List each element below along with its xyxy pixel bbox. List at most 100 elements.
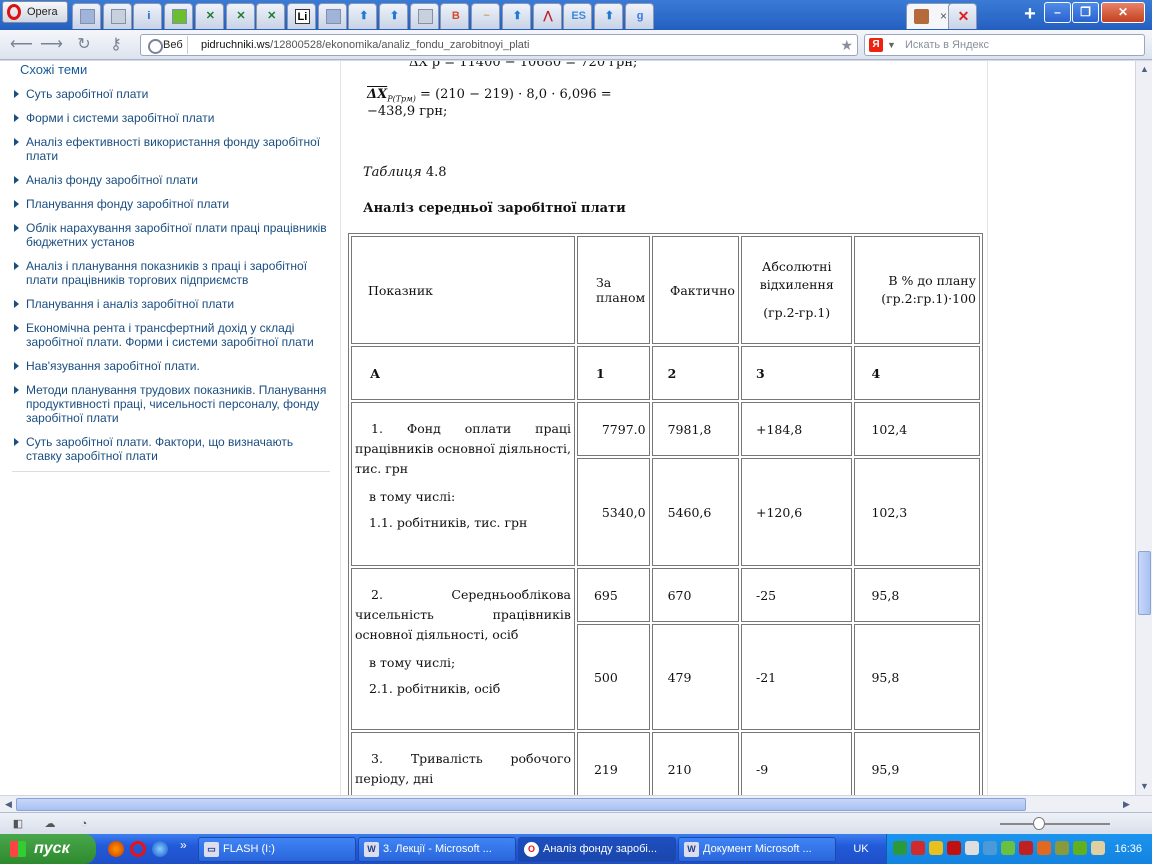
tray-flame-icon[interactable] bbox=[1037, 841, 1051, 855]
sidebar-link[interactable]: Аналіз фонду заробітної плати bbox=[12, 173, 332, 187]
tab-chart[interactable]: ~ bbox=[471, 3, 501, 29]
horizontal-scroll-thumb[interactable] bbox=[16, 798, 1026, 811]
table-row: 2. Середньооблікова чисельність працівни… bbox=[351, 568, 980, 730]
tab-arrow-up[interactable]: ⬆ bbox=[593, 3, 623, 29]
cell-plan: 219 bbox=[576, 732, 650, 795]
horizontal-scrollbar[interactable]: ◀ ▶ bbox=[0, 795, 1152, 812]
opera-logo-icon bbox=[7, 4, 21, 20]
tab-google[interactable]: g bbox=[624, 3, 654, 29]
tray-app-icon[interactable] bbox=[893, 841, 907, 855]
zoom-slider-knob[interactable] bbox=[1033, 817, 1045, 830]
tray-monitor-icon[interactable] bbox=[983, 841, 997, 855]
tray-nvidia-icon[interactable] bbox=[1073, 841, 1087, 855]
speed-dial-icon[interactable]: ◔ bbox=[76, 817, 92, 831]
header-deviation: Абсолютні відхилення bbox=[759, 259, 834, 292]
cloud-icon[interactable]: ☁ bbox=[42, 817, 58, 831]
sidebar-link[interactable]: Методи планування трудових показників. П… bbox=[12, 383, 332, 425]
sidebar-link[interactable]: Облік нарахування заробітної плати праці… bbox=[12, 221, 332, 249]
tray-tool-icon[interactable] bbox=[1055, 841, 1069, 855]
arrow-up-icon: ⬆ bbox=[512, 10, 522, 22]
row-label-sub: 1.1. робітників, тис. грн bbox=[369, 515, 528, 530]
panel-toggle-icon[interactable]: ◧ bbox=[10, 817, 26, 831]
start-button[interactable]: пуск bbox=[0, 834, 96, 864]
task-button[interactable]: ▭ FLASH (I:) bbox=[198, 837, 356, 862]
tab-apple[interactable] bbox=[164, 3, 194, 29]
minimize-button[interactable]: – bbox=[1044, 2, 1071, 23]
tray-network-icon[interactable] bbox=[965, 841, 979, 855]
close-window-button[interactable]: ✕ bbox=[1101, 2, 1145, 23]
maximize-button[interactable]: ❐ bbox=[1072, 2, 1099, 23]
task-button[interactable]: W Документ Microsoft ... bbox=[678, 837, 836, 862]
li-icon: Li bbox=[294, 9, 310, 24]
tab-close-icon[interactable]: × bbox=[940, 9, 947, 23]
tab-doc[interactable] bbox=[102, 3, 132, 29]
scroll-down-icon[interactable]: ▼ bbox=[1138, 780, 1151, 793]
navigation-bar: ⟵ ⟶ ↻ ⚷ Веб pidruchniki.ws/12800528/ekon… bbox=[0, 30, 1152, 60]
back-icon[interactable]: ⟵ bbox=[10, 35, 33, 55]
cell-deviation: -9 bbox=[740, 732, 853, 795]
index-row: А 1 2 3 4 bbox=[351, 346, 980, 400]
search-dropdown-icon[interactable]: ▼ bbox=[887, 35, 896, 55]
tray-antivirus-icon[interactable] bbox=[911, 841, 925, 855]
tray-red-icon[interactable] bbox=[1019, 841, 1033, 855]
sidebar-link[interactable]: Економічна рента і трансфертний дохід у … bbox=[12, 321, 332, 349]
tab-excel[interactable]: ✕ bbox=[256, 3, 286, 29]
tab-info[interactable]: i bbox=[133, 3, 163, 29]
tab-page[interactable] bbox=[317, 3, 347, 29]
tab-excel[interactable]: ✕ bbox=[225, 3, 255, 29]
sidebar-link[interactable]: Планування і аналіз заробітної плати bbox=[12, 297, 332, 311]
tray-acrobat-icon[interactable] bbox=[947, 841, 961, 855]
tab-excel[interactable]: ✕ bbox=[194, 3, 224, 29]
new-tab-button[interactable]: + bbox=[1018, 4, 1042, 25]
excel-icon: ✕ bbox=[267, 10, 277, 22]
quicklaunch-more-icon[interactable]: » bbox=[180, 838, 187, 852]
formula-2: ΔXP(Tрм) = (210 − 219) · 8,0 · 6,096 = −… bbox=[367, 87, 663, 119]
bookmark-star-icon[interactable]: ★ bbox=[840, 35, 853, 55]
tray-volume-icon[interactable] bbox=[1091, 841, 1105, 855]
sidebar-link[interactable]: Аналіз і планування показників з праці і… bbox=[12, 259, 332, 287]
address-field[interactable]: Веб pidruchniki.ws/12800528/ekonomika/an… bbox=[140, 34, 858, 56]
opera-icon[interactable] bbox=[130, 841, 146, 857]
sidebar-link[interactable]: Нав'язування заробітної плати. bbox=[12, 359, 332, 373]
system-tray: 16:36 bbox=[886, 834, 1152, 864]
ie-icon[interactable] bbox=[152, 841, 168, 857]
sidebar-link[interactable]: Аналіз ефективності використання фонду з… bbox=[12, 135, 332, 163]
tab-red-x[interactable]: ✕ bbox=[948, 3, 977, 29]
cell-percent: 95,9 bbox=[854, 732, 980, 795]
key-icon[interactable]: ⚷ bbox=[106, 35, 126, 55]
excel-icon: ✕ bbox=[205, 10, 215, 22]
sidebar-link[interactable]: Форми і системи заробітної плати bbox=[12, 111, 332, 125]
web-badge[interactable]: Веб bbox=[145, 36, 188, 54]
tab-active[interactable]: × bbox=[906, 3, 952, 29]
opera-menu-button[interactable]: Opera bbox=[2, 1, 68, 23]
tab-page[interactable] bbox=[72, 3, 101, 29]
tab-bookpro[interactable]: B bbox=[440, 3, 470, 29]
drive-icon: ▭ bbox=[204, 842, 219, 857]
tab-arrow-up[interactable]: ⬆ bbox=[501, 3, 531, 29]
tray-shield-icon[interactable] bbox=[929, 841, 943, 855]
tab-doc[interactable] bbox=[409, 3, 439, 29]
tab-arrow-up[interactable]: ⬆ bbox=[379, 3, 408, 29]
scroll-right-icon[interactable]: ▶ bbox=[1120, 798, 1133, 811]
sidebar-link[interactable]: Планування фонду заробітної плати bbox=[12, 197, 332, 211]
task-button-active[interactable]: O Аналіз фонду заробі... bbox=[518, 837, 676, 862]
search-field[interactable]: Я ▼ Искать в Яндекс bbox=[864, 34, 1145, 56]
tab-es[interactable]: ES bbox=[563, 3, 593, 29]
forward-icon[interactable]: ⟶ bbox=[40, 35, 63, 55]
tab-red-chart[interactable]: ⋀ bbox=[532, 3, 562, 29]
firefox-icon[interactable] bbox=[108, 841, 124, 857]
scroll-up-icon[interactable]: ▲ bbox=[1138, 63, 1151, 76]
url-text[interactable]: pidruchniki.ws/12800528/ekonomika/analiz… bbox=[201, 35, 529, 55]
vertical-scrollbar[interactable]: ▲ ▼ bbox=[1135, 61, 1152, 795]
tray-check-icon[interactable] bbox=[1001, 841, 1015, 855]
zoom-slider-track[interactable] bbox=[1000, 823, 1110, 825]
task-button[interactable]: W 3. Лекції - Microsoft ... bbox=[358, 837, 516, 862]
scroll-left-icon[interactable]: ◀ bbox=[2, 798, 15, 811]
sidebar-link[interactable]: Суть заробітної плати bbox=[12, 87, 332, 101]
sidebar-link[interactable]: Суть заробітної плати. Фактори, що визна… bbox=[12, 435, 332, 463]
reload-icon[interactable]: ↻ bbox=[74, 35, 94, 55]
tab-li[interactable]: Li bbox=[286, 3, 316, 29]
language-indicator[interactable]: UK bbox=[846, 838, 876, 860]
vertical-scroll-thumb[interactable] bbox=[1138, 551, 1151, 615]
tab-arrow-up[interactable]: ⬆ bbox=[348, 3, 378, 29]
